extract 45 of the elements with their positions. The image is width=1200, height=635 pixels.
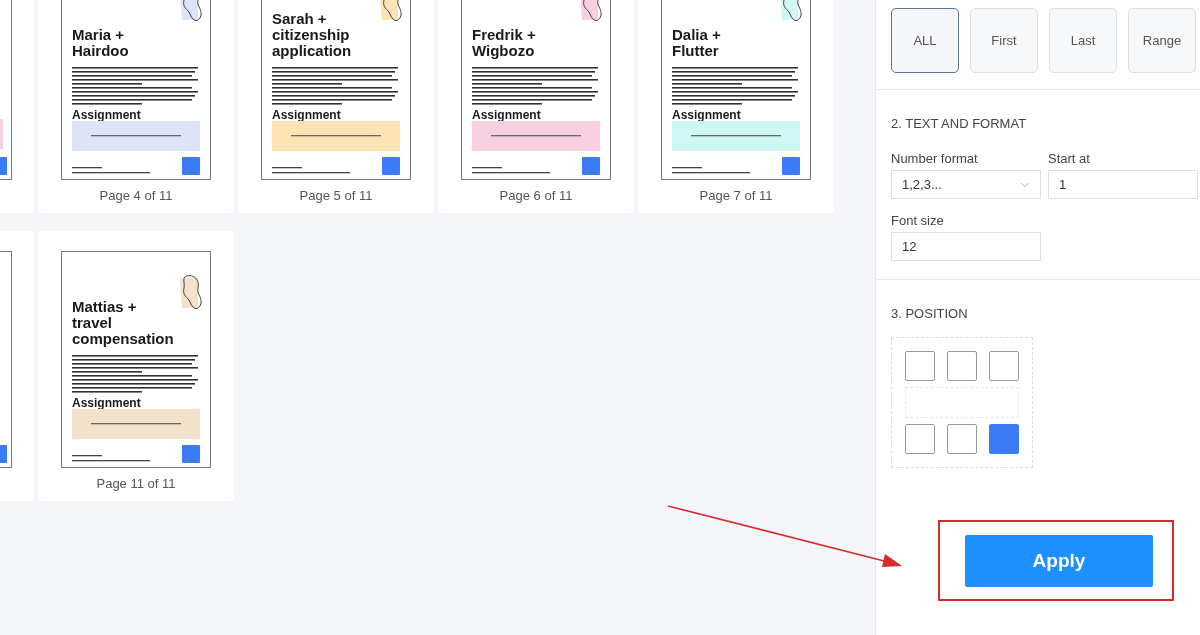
position-cell[interactable] (947, 351, 977, 381)
page-number-marker (382, 157, 400, 175)
page-label: Page 6 of 11 (499, 188, 573, 203)
field-label: Font size (891, 213, 945, 228)
position-cell[interactable] (905, 351, 935, 381)
section-heading: Assignment (672, 109, 742, 121)
page-mode-button[interactable]: First (970, 8, 1038, 73)
position-cell[interactable] (947, 424, 977, 454)
page-number-marker (182, 157, 200, 175)
section-heading: Assignment (272, 109, 342, 121)
position-cell[interactable] (905, 424, 935, 454)
section-heading: Assignment (472, 109, 542, 121)
section-heading: 3. POSITION (891, 306, 969, 321)
page-number-marker (582, 157, 600, 175)
chevron-down-icon (1020, 181, 1030, 188)
page-label: Page 7 of 11 (699, 188, 773, 203)
section-heading: Assignment (72, 397, 142, 409)
blob-icon (178, 274, 204, 310)
start-at-field[interactable]: 1 (1048, 170, 1198, 199)
section-heading: Assignment (72, 109, 142, 121)
section-heading: 2. TEXT AND FORMAT (891, 116, 1028, 131)
page-label: Page 5 of 11 (299, 188, 373, 203)
position-cell[interactable] (989, 424, 1019, 454)
page-title: Mattias + travel compensation (72, 299, 174, 347)
page-number-marker (182, 445, 200, 463)
page-card[interactable]: Sarah + citizenship application Assignment Page 5 of 11 (238, 0, 434, 213)
page-mode-button[interactable]: ALL (891, 8, 959, 73)
page-number-marker (782, 157, 800, 175)
field-label: Number format (891, 151, 979, 166)
page-title: Dalia + Flutter (672, 27, 721, 59)
position-cell[interactable] (989, 351, 1019, 381)
page-label: Page 4 of 11 (99, 188, 173, 203)
number-format-dropdown[interactable]: 1,2,3... (891, 170, 1041, 199)
page-title: Sarah + citizenship application (272, 11, 352, 59)
page-mode-button[interactable]: Range (1128, 8, 1196, 73)
field-label: Start at (1048, 151, 1091, 166)
page-mode-button[interactable]: Last (1049, 8, 1117, 73)
page-title: Maria + Hairdoo (72, 27, 129, 59)
page-card[interactable]: Fredrik + Wigbozo Assignment Page 6 of 11 (438, 0, 634, 213)
page-card[interactable]: Maria + Hairdoo Assignment Page 4 of 11 (38, 0, 234, 213)
font-size-field[interactable]: 12 (891, 232, 1041, 261)
page-card[interactable]: Mattias + travel compensation Assignment Page 11 of 11 (38, 231, 234, 501)
page-title: Fredrik + Wigbozo (472, 27, 536, 59)
page-card[interactable]: Dalia + Flutter Assignment Page 7 of 11 (638, 0, 834, 213)
page-label: Page 11 of 11 (96, 476, 176, 491)
